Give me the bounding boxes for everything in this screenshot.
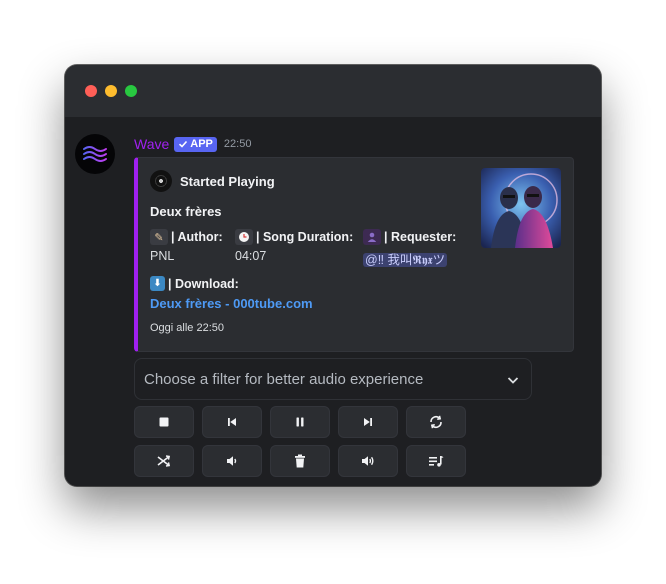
previous-button[interactable] [202, 406, 262, 438]
field-duration-label: | Song Duration: [256, 230, 354, 244]
field-author-label: | Author: [171, 230, 223, 244]
volume-up-button[interactable] [338, 445, 398, 477]
audio-filter-select[interactable]: Choose a filter for better audio experie… [134, 358, 532, 400]
field-author: ✎ | Author: PNL [150, 229, 223, 263]
bot-username[interactable]: Wave [134, 136, 169, 152]
volume-down-button[interactable] [202, 445, 262, 477]
volume-down-icon [227, 456, 237, 466]
title-bar [65, 65, 601, 117]
loop-button[interactable] [406, 406, 466, 438]
queue-icon [429, 456, 444, 467]
message-header: Wave APP 22:50 [134, 135, 251, 153]
requester-mention[interactable]: @‼ 我叫𝕽𝖞𝖝ツ [363, 253, 448, 267]
embed-footer: Oggi alle 22:50 [150, 322, 224, 334]
field-requester: | Requester: @‼ 我叫𝕽𝖞𝖝ツ [363, 229, 456, 268]
field-duration: | Song Duration: 04:07 [235, 229, 353, 263]
previous-icon [228, 418, 236, 426]
message-timestamp: 22:50 [223, 138, 252, 150]
pause-button[interactable] [270, 406, 330, 438]
user-icon [363, 229, 381, 245]
minimize-window-button[interactable] [105, 85, 117, 97]
filter-select-placeholder: Choose a filter for better audio experie… [144, 371, 424, 388]
download-link[interactable]: Deux frères - 000tube.com [150, 296, 313, 311]
app-window: Wave APP 22:50 Started Playing Deux frèr… [65, 65, 601, 486]
vinyl-disc-icon [150, 170, 172, 192]
queue-button[interactable] [406, 445, 466, 477]
pencil-icon: ✎ [150, 229, 168, 245]
download-arrow-icon: ⬇ [150, 276, 165, 291]
shuffle-button[interactable] [134, 445, 194, 477]
clock-icon [235, 229, 253, 245]
album-art-image [481, 168, 561, 248]
app-badge: APP [174, 136, 217, 152]
pause-icon [296, 417, 304, 427]
embed-author-name: Started Playing [180, 173, 275, 189]
field-download-label: | Download: [168, 276, 239, 291]
field-duration-value: 04:07 [235, 249, 267, 263]
stop-icon [159, 417, 169, 427]
close-window-button[interactable] [85, 85, 97, 97]
shuffle-icon [157, 455, 171, 467]
embed-author: Started Playing [150, 170, 275, 192]
now-playing-embed: Started Playing Deux frères ✎ | Author: … [134, 157, 574, 352]
embed-title: Deux frères [150, 204, 222, 219]
stop-button[interactable] [134, 406, 194, 438]
volume-up-icon [362, 456, 374, 466]
bot-avatar[interactable] [75, 134, 115, 174]
loop-icon [430, 415, 442, 429]
field-requester-label: | Requester: [384, 230, 457, 244]
field-author-value: PNL [150, 249, 175, 263]
app-badge-label: APP [190, 138, 213, 150]
chevron-down-icon [507, 377, 519, 384]
next-icon [364, 418, 372, 426]
delete-button[interactable] [270, 445, 330, 477]
field-download: ⬇ | Download: [150, 276, 239, 291]
next-button[interactable] [338, 406, 398, 438]
wave-logo-icon [83, 146, 107, 162]
album-thumbnail[interactable] [481, 168, 561, 248]
maximize-window-button[interactable] [125, 85, 137, 97]
checkmark-icon [179, 140, 188, 148]
message-area: Wave APP 22:50 Started Playing Deux frèr… [65, 117, 601, 486]
trash-icon [295, 454, 305, 468]
